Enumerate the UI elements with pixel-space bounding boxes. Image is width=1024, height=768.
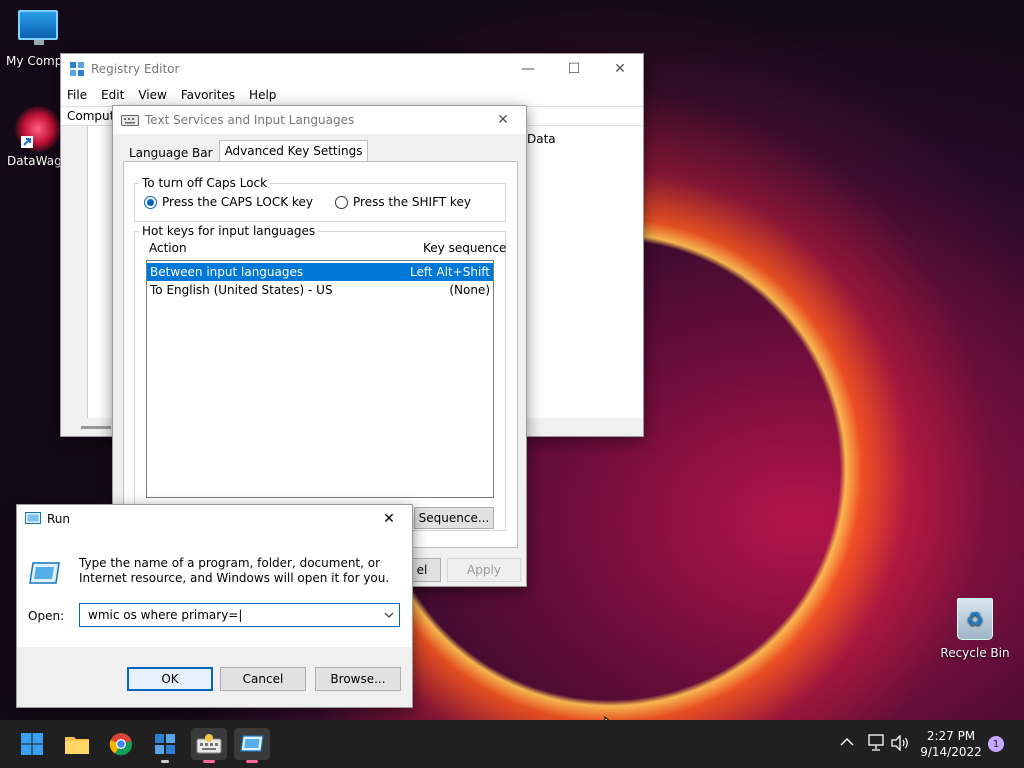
running-indicator xyxy=(203,760,215,763)
network-icon[interactable] xyxy=(866,734,886,752)
taskbar: 2:27 PM 9/14/2022 1 xyxy=(0,720,1024,768)
values-pane[interactable]: Data xyxy=(527,126,643,418)
notification-count: 1 xyxy=(992,738,1000,750)
run-body: Type the name of a program, folder, docu… xyxy=(17,533,412,647)
running-indicator xyxy=(161,760,169,763)
registry-menubar: File Edit View Favorites Help xyxy=(61,84,643,106)
ok-button[interactable]: OK xyxy=(127,667,213,691)
close-icon[interactable]: ✕ xyxy=(480,106,526,134)
registry-icon xyxy=(70,62,84,76)
run-description: Type the name of a program, folder, docu… xyxy=(79,556,390,585)
start-button[interactable] xyxy=(14,728,50,760)
cancel-button[interactable]: Cancel xyxy=(220,667,306,691)
datawagon-icon xyxy=(15,106,61,152)
menu-file[interactable]: File xyxy=(67,88,87,102)
taskbar-chrome[interactable] xyxy=(103,728,139,760)
keyboard-icon xyxy=(196,734,222,754)
minimize-icon[interactable]: — xyxy=(505,54,551,84)
recycle-bin-icon: ♻ xyxy=(957,598,993,640)
menu-edit[interactable]: Edit xyxy=(101,88,124,102)
clock-date: 9/14/2022 xyxy=(920,745,982,759)
hotkey-sequence: (None) xyxy=(449,283,490,297)
taskbar-registry-editor[interactable] xyxy=(147,728,183,763)
run-icon xyxy=(240,735,264,752)
hotkeys-group-label: Hot keys for input languages xyxy=(142,224,316,238)
clock[interactable]: 2:27 PM 9/14/2022 xyxy=(918,728,984,760)
taskbar-run[interactable] xyxy=(234,728,270,763)
browse-button[interactable]: Browse... xyxy=(315,667,401,691)
menu-favorites[interactable]: Favorites xyxy=(181,88,235,102)
advanced-key-settings-panel: To turn off Caps Lock Press the CAPS LOC… xyxy=(123,161,518,548)
registry-titlebar[interactable]: Registry Editor — ☐ ✕ xyxy=(61,54,643,84)
dialog-title: Text Services and Input Languages xyxy=(145,113,355,127)
list-item[interactable]: To English (United States) - US (None) xyxy=(147,281,493,299)
taskbar-text-services[interactable] xyxy=(191,728,227,763)
tsil-titlebar[interactable]: Text Services and Input Languages ✕ xyxy=(113,106,526,134)
run-icon xyxy=(25,512,41,524)
hotkey-action: To English (United States) - US xyxy=(150,283,333,297)
run-titlebar[interactable]: Run ✕ xyxy=(17,505,412,533)
close-icon[interactable]: ✕ xyxy=(597,54,643,84)
radio-unselected-icon xyxy=(335,195,348,209)
column-data-header[interactable]: Data xyxy=(527,132,556,146)
shortcut-arrow-icon xyxy=(21,136,33,148)
change-key-sequence-button[interactable]: Sequence... xyxy=(414,507,494,529)
radio-caps-label: Press the CAPS LOCK key xyxy=(162,195,313,209)
menu-view[interactable]: View xyxy=(138,88,166,102)
windows-icon xyxy=(21,733,43,755)
radio-caps-lock-key[interactable]: Press the CAPS LOCK key xyxy=(144,195,313,209)
run-dialog[interactable]: Run ✕ Type the name of a program, folder… xyxy=(16,504,413,708)
open-input-value[interactable]: wmic os where primary=| xyxy=(88,608,242,622)
folder-icon xyxy=(65,737,89,754)
apply-button[interactable]: Apply xyxy=(447,558,521,582)
desktop-icon-label: Recycle Bin xyxy=(940,646,1010,660)
notification-badge[interactable]: 1 xyxy=(988,736,1004,752)
address-text: Comput xyxy=(67,109,115,123)
chevron-down-icon[interactable] xyxy=(384,612,394,619)
caps-lock-group-label: To turn off Caps Lock xyxy=(142,176,268,190)
column-keyseq-header: Key sequence xyxy=(423,241,507,255)
window-title: Registry Editor xyxy=(91,62,180,76)
radio-shift-label: Press the SHIFT key xyxy=(353,195,471,209)
chevron-up-icon[interactable] xyxy=(840,737,854,747)
radio-selected-icon xyxy=(144,195,157,209)
hotkey-sequence: Left Alt+Shift xyxy=(410,265,490,279)
running-indicator xyxy=(246,760,258,763)
registry-icon xyxy=(155,734,175,754)
column-action-header: Action xyxy=(149,241,187,255)
volume-icon[interactable] xyxy=(890,735,910,751)
close-icon[interactable]: ✕ xyxy=(366,505,412,533)
dialog-title: Run xyxy=(47,512,71,526)
open-combobox[interactable]: wmic os where primary=| xyxy=(79,603,400,627)
keyboard-icon xyxy=(121,115,139,126)
radio-shift-key[interactable]: Press the SHIFT key xyxy=(335,195,471,209)
hotkeys-list[interactable]: Between input languages Left Alt+Shift T… xyxy=(146,260,494,498)
hotkey-action: Between input languages xyxy=(150,265,304,279)
run-program-icon xyxy=(29,562,60,584)
desktop-icon-recycle-bin[interactable]: ♻ Recycle Bin xyxy=(937,598,1013,660)
maximize-icon[interactable]: ☐ xyxy=(551,54,597,84)
taskbar-file-explorer[interactable] xyxy=(59,728,95,760)
computer-icon xyxy=(18,10,58,45)
chrome-icon xyxy=(109,733,133,756)
open-label: Open: xyxy=(28,609,65,623)
menu-help[interactable]: Help xyxy=(249,88,276,102)
horizontal-scrollbar[interactable] xyxy=(81,426,111,429)
clock-time: 2:27 PM xyxy=(926,729,976,743)
list-item[interactable]: Between input languages Left Alt+Shift xyxy=(147,263,493,281)
